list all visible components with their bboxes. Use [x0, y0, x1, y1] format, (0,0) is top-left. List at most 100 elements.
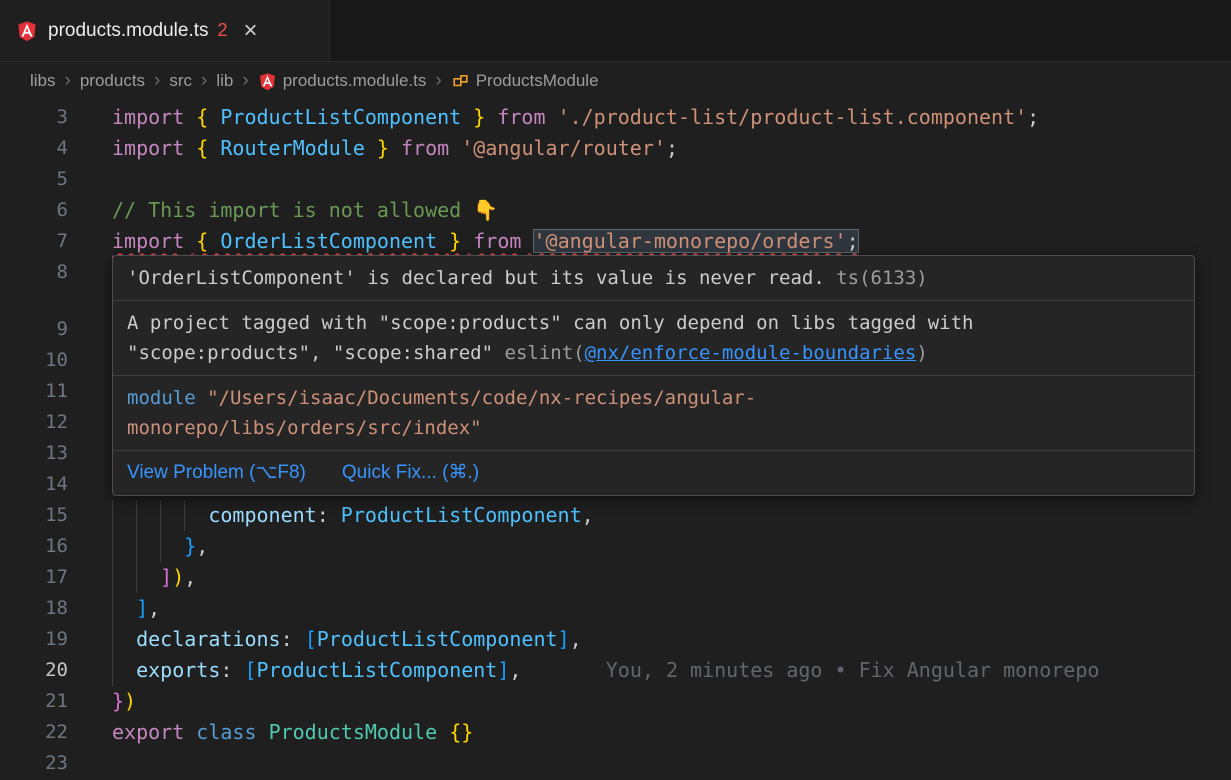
breadcrumb-item-lib[interactable]: lib: [216, 71, 233, 91]
line-number: 15: [0, 500, 68, 531]
code-token: [521, 229, 533, 253]
code-line-3[interactable]: 3import { ProductListComponent } from '.…: [0, 102, 1231, 133]
code-line-7[interactable]: 7import { OrderListComponent } from '@an…: [0, 226, 1231, 257]
line-content: [112, 748, 1231, 779]
code-token: [112, 534, 184, 558]
hover-text: A project tagged with "scope:products" c…: [127, 312, 973, 334]
code-token: [437, 720, 449, 744]
code-token: [184, 720, 196, 744]
line-number: 6: [0, 195, 68, 226]
line-number: 21: [0, 686, 68, 717]
git-blame-annotation: You, 2 minutes ago • Fix Angular monorep…: [606, 658, 1100, 682]
code-line-16[interactable]: 16 },: [0, 531, 1231, 562]
code-token: }: [449, 229, 461, 253]
code-line-6[interactable]: 6 // This import is not allowed 👇: [0, 195, 1231, 226]
indent-guide: [112, 624, 113, 655]
code-token: [112, 658, 136, 682]
code-token: {: [196, 136, 208, 160]
tab-close-icon[interactable]: ×: [244, 19, 258, 43]
code-token: [112, 627, 136, 651]
hover-actions: View Problem (⌥F8) Quick Fix... (⌘.): [113, 450, 1194, 495]
code-line-19[interactable]: 19 declarations: [ProductListComponent],: [0, 624, 1231, 655]
error-hover-widget: 'OrderListComponent' is declared but its…: [112, 255, 1195, 496]
code-token: :: [281, 627, 305, 651]
quick-fix-action[interactable]: Quick Fix... (⌘.): [342, 459, 479, 487]
code-token: ,: [148, 596, 160, 620]
code-line-17[interactable]: 17 ]),: [0, 562, 1231, 593]
editor: 3import { ProductListComponent } from '.…: [0, 100, 1231, 779]
code-token: [485, 105, 497, 129]
code-token: [: [244, 658, 256, 682]
code-token: ;: [847, 229, 859, 253]
hover-text: "/Users/isaac/Documents/code/nx-recipes/…: [207, 387, 756, 409]
breadcrumb-item-src[interactable]: src: [169, 71, 192, 91]
tab-products-module[interactable]: products.module.ts 2 ×: [0, 0, 330, 61]
line-content: [112, 164, 1231, 195]
breadcrumb-item-products-module-ts[interactable]: products.module.ts: [258, 71, 427, 91]
line-number: 19: [0, 624, 68, 655]
line-content: import { RouterModule } from '@angular/r…: [112, 133, 1231, 164]
indent-guide: [112, 562, 113, 593]
breadcrumb-label: ProductsModule: [476, 71, 599, 91]
line-number: 23: [0, 748, 68, 779]
breadcrumb-label: libs: [30, 71, 56, 91]
hover-text-line: module "/Users/isaac/Documents/code/nx-r…: [127, 383, 1180, 413]
code-line-23[interactable]: 23: [0, 748, 1231, 779]
line-content: }): [112, 686, 1231, 717]
line-content: // This import is not allowed 👇: [112, 195, 1231, 226]
code-line-5[interactable]: 5: [0, 164, 1231, 195]
code-token: ,: [509, 658, 521, 682]
code-token: ;: [1027, 105, 1039, 129]
line-number: 9: [0, 314, 68, 345]
line-content: ]),: [112, 562, 1231, 593]
indent-guide: [136, 500, 137, 531]
hover-text: ts(6133): [825, 267, 928, 289]
indent-guide: [136, 531, 137, 562]
code-token: from: [473, 229, 521, 253]
code-token: import: [112, 105, 184, 129]
code-token: RouterModule: [208, 136, 377, 160]
code-token: [: [305, 627, 317, 651]
code-token: 👇: [473, 198, 498, 222]
code-token: exports: [136, 658, 220, 682]
error-underline: import { OrderListComponent } from '@ang…: [112, 229, 859, 253]
code-token: :: [220, 658, 244, 682]
breadcrumb-item-products[interactable]: products: [80, 71, 145, 91]
breadcrumb-item-libs[interactable]: libs: [30, 71, 56, 91]
hover-text: monorepo/libs/orders/src/index": [127, 417, 482, 439]
hover-text-line: "scope:products", "scope:shared" eslint(…: [127, 338, 1180, 368]
code-token: {: [196, 229, 208, 253]
code-token: [184, 229, 196, 253]
code-token: ): [172, 565, 184, 589]
breadcrumb-label: lib: [216, 71, 233, 91]
indent-guide: [112, 593, 113, 624]
code-line-18[interactable]: 18 ],: [0, 593, 1231, 624]
view-problem-action[interactable]: View Problem (⌥F8): [127, 459, 306, 487]
indent-guide: [112, 500, 113, 531]
code-token: }: [112, 689, 124, 713]
code-line-22[interactable]: 22export class ProductsModule {}: [0, 717, 1231, 748]
line-number: 18: [0, 593, 68, 624]
eslint-rule-link[interactable]: @nx/enforce-module-boundaries: [585, 342, 917, 364]
code-token: ,: [184, 565, 196, 589]
code-token: ProductListComponent: [341, 503, 582, 527]
line-content: component: ProductListComponent,: [112, 500, 1231, 531]
code-token: // This import is not allowed: [112, 198, 473, 222]
code-token: declarations: [136, 627, 281, 651]
chevron-right-icon: ›: [426, 70, 450, 92]
code-token: ]: [136, 596, 148, 620]
ts-error-message: 'OrderListComponent' is declared but its…: [113, 256, 1194, 300]
code-line-20[interactable]: 20 exports: [ProductListComponent],You, …: [0, 655, 1231, 686]
line-number: 10: [0, 345, 68, 376]
indent-guide: [160, 531, 161, 562]
code-line-15[interactable]: 15 component: ProductListComponent,: [0, 500, 1231, 531]
code-token: }: [473, 105, 485, 129]
code-token: {}: [449, 720, 473, 744]
symbol-class-icon: [451, 72, 470, 91]
breadcrumb-item-productsmodule[interactable]: ProductsModule: [451, 71, 599, 91]
code-line-4[interactable]: 4import { RouterModule } from '@angular/…: [0, 133, 1231, 164]
code-line-21[interactable]: 21}): [0, 686, 1231, 717]
code-token: ,: [570, 627, 582, 651]
code-token: component: [208, 503, 316, 527]
code-token: [546, 105, 558, 129]
